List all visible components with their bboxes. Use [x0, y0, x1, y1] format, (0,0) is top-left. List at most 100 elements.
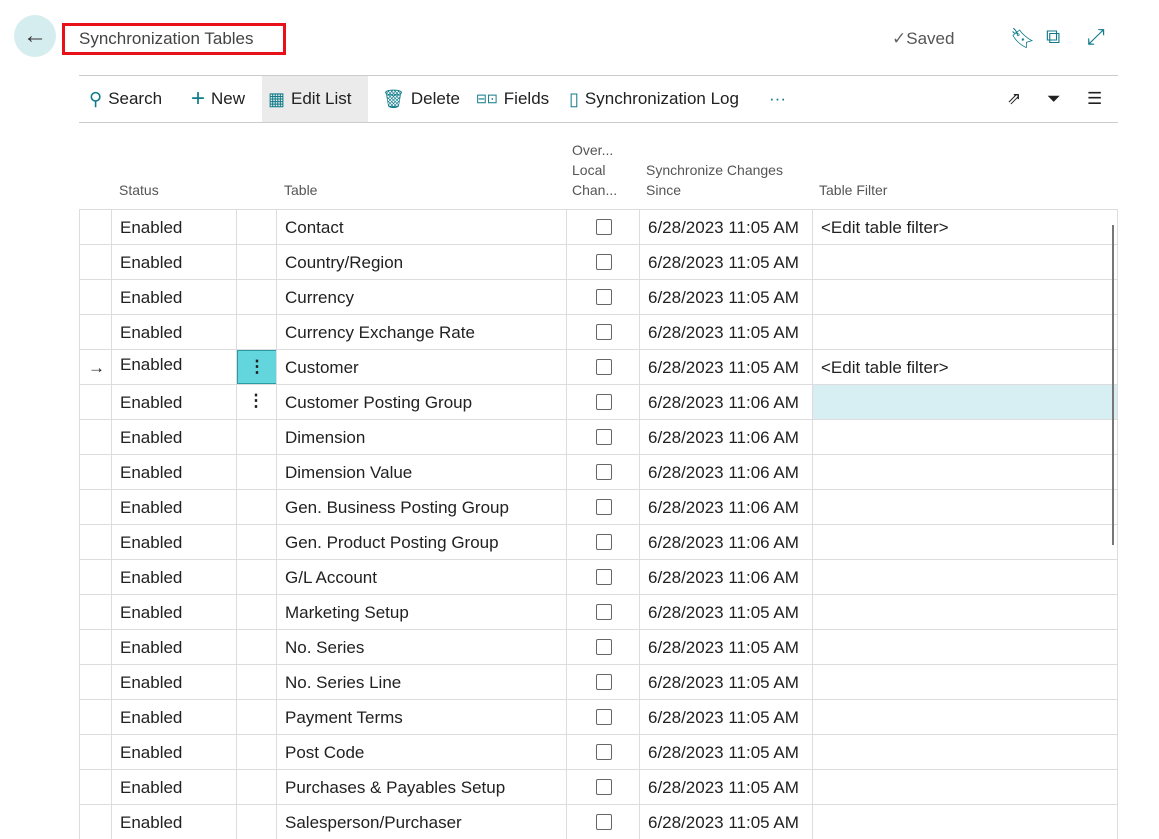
row-actions-cell[interactable]	[236, 420, 276, 454]
sync-since-cell[interactable]: 6/28/2023 11:06 AM	[639, 385, 812, 419]
overwrite-checkbox[interactable]	[596, 709, 612, 725]
table-name-cell[interactable]: Gen. Product Posting Group	[276, 525, 566, 559]
list-view-icon[interactable]: ☰	[1081, 76, 1108, 122]
status-cell[interactable]: Enabled	[111, 560, 236, 594]
status-cell[interactable]: Enabled	[111, 385, 236, 419]
overwrite-local-changes-cell[interactable]	[566, 385, 639, 419]
row-actions-cell[interactable]	[236, 665, 276, 699]
table-row[interactable]: Enabled G/L Account 6/28/2023 11:06 AM	[79, 559, 1118, 594]
overwrite-checkbox[interactable]	[596, 394, 612, 410]
table-name-cell[interactable]: Payment Terms	[276, 700, 566, 734]
edit-list-button[interactable]: ▦ Edit List	[262, 76, 368, 122]
table-row[interactable]: Enabled Dimension Value 6/28/2023 11:06 AM	[79, 454, 1118, 489]
status-cell[interactable]: Enabled	[111, 455, 236, 489]
table-filter-cell[interactable]	[812, 805, 1118, 839]
sync-since-cell[interactable]: 6/28/2023 11:06 AM	[639, 420, 812, 454]
row-actions-cell[interactable]	[236, 490, 276, 524]
column-header-status[interactable]: Status	[119, 180, 159, 200]
sync-since-cell[interactable]: 6/28/2023 11:05 AM	[639, 700, 812, 734]
table-row[interactable]: Enabled Currency Exchange Rate 6/28/2023 1…	[79, 314, 1118, 349]
row-actions-cell[interactable]: ⋮	[236, 350, 276, 384]
open-new-window-icon[interactable]: ⧉	[1046, 26, 1060, 49]
overwrite-local-changes-cell[interactable]	[566, 210, 639, 244]
table-row[interactable]: Enabled Contact 6/28/2023 11:05 AM <Edit ta…	[79, 209, 1118, 244]
table-name-cell[interactable]: Contact	[276, 210, 566, 244]
row-actions-cell[interactable]	[236, 805, 276, 839]
table-name-cell[interactable]: Post Code	[276, 735, 566, 769]
table-name-cell[interactable]: Gen. Business Posting Group	[276, 490, 566, 524]
overwrite-local-changes-cell[interactable]	[566, 630, 639, 664]
overwrite-checkbox[interactable]	[596, 464, 612, 480]
overwrite-checkbox[interactable]	[596, 674, 612, 690]
row-actions-cell[interactable]	[236, 210, 276, 244]
overwrite-local-changes-cell[interactable]	[566, 490, 639, 524]
overwrite-checkbox[interactable]	[596, 814, 612, 830]
table-filter-cell[interactable]	[812, 630, 1118, 664]
sync-since-cell[interactable]: 6/28/2023 11:05 AM	[639, 210, 812, 244]
sync-since-cell[interactable]: 6/28/2023 11:06 AM	[639, 525, 812, 559]
table-name-cell[interactable]: Country/Region	[276, 245, 566, 279]
new-button[interactable]: + New	[185, 76, 251, 122]
table-row[interactable]: Enabled ⋮ Customer Posting Group 6/28/2023 …	[79, 384, 1118, 419]
overwrite-checkbox[interactable]	[596, 289, 612, 305]
row-actions-cell[interactable]	[236, 595, 276, 629]
table-name-cell[interactable]: Dimension	[276, 420, 566, 454]
row-actions-cell[interactable]	[236, 770, 276, 804]
table-filter-cell[interactable]	[812, 490, 1118, 524]
table-filter-cell[interactable]	[812, 770, 1118, 804]
table-filter-cell[interactable]	[812, 595, 1118, 629]
table-row[interactable]: Enabled Country/Region 6/28/2023 11:05 AM	[79, 244, 1118, 279]
table-name-cell[interactable]: Currency	[276, 280, 566, 314]
status-cell[interactable]: Enabled	[111, 420, 236, 454]
table-name-cell[interactable]: No. Series Line	[276, 665, 566, 699]
status-cell[interactable]: Enabled	[111, 665, 236, 699]
synchronization-log-button[interactable]: ▯ Synchronization Log	[563, 76, 745, 122]
row-actions-cell[interactable]: ⋮	[236, 385, 276, 419]
table-name-cell[interactable]: G/L Account	[276, 560, 566, 594]
table-row[interactable]: Enabled Dimension 6/28/2023 11:06 AM	[79, 419, 1118, 454]
column-header-table-filter[interactable]: Table Filter	[819, 180, 887, 200]
overwrite-local-changes-cell[interactable]	[566, 805, 639, 839]
table-row[interactable]: Enabled No. Series 6/28/2023 11:05 AM	[79, 629, 1118, 664]
table-row[interactable]: Enabled Salesperson/Purchaser 6/28/2023 11…	[79, 804, 1118, 839]
overwrite-checkbox[interactable]	[596, 359, 612, 375]
share-icon[interactable]: ⇗	[1001, 76, 1027, 122]
row-menu-icon[interactable]: ⋮	[237, 385, 275, 417]
overwrite-checkbox[interactable]	[596, 569, 612, 585]
table-name-cell[interactable]: Customer Posting Group	[276, 385, 566, 419]
sync-since-cell[interactable]: 6/28/2023 11:06 AM	[639, 455, 812, 489]
sync-since-cell[interactable]: 6/28/2023 11:05 AM	[639, 735, 812, 769]
vertical-scrollbar[interactable]	[1112, 225, 1114, 545]
row-actions-cell[interactable]	[236, 245, 276, 279]
table-filter-cell[interactable]	[812, 735, 1118, 769]
table-filter-cell[interactable]	[812, 245, 1118, 279]
table-filter-cell[interactable]	[812, 420, 1118, 454]
table-filter-cell[interactable]: <Edit table filter>	[812, 210, 1118, 244]
bookmark-icon[interactable]: 🔖︎	[1010, 26, 1035, 51]
status-cell[interactable]: Enabled	[111, 805, 236, 839]
table-row[interactable]: Enabled Post Code 6/28/2023 11:05 AM	[79, 734, 1118, 769]
table-filter-cell[interactable]: <Edit table filter>	[812, 350, 1118, 384]
row-actions-cell[interactable]	[236, 700, 276, 734]
sync-since-cell[interactable]: 6/28/2023 11:05 AM	[639, 245, 812, 279]
table-name-cell[interactable]: Currency Exchange Rate	[276, 315, 566, 349]
table-filter-cell[interactable]	[812, 315, 1118, 349]
overwrite-local-changes-cell[interactable]	[566, 280, 639, 314]
sync-since-cell[interactable]: 6/28/2023 11:06 AM	[639, 560, 812, 594]
overwrite-local-changes-cell[interactable]	[566, 735, 639, 769]
overwrite-checkbox[interactable]	[596, 744, 612, 760]
more-options-button[interactable]: ···	[763, 76, 792, 122]
status-cell[interactable]: Enabled	[111, 700, 236, 734]
filter-icon[interactable]: ⏷	[1041, 76, 1067, 122]
table-name-cell[interactable]: Salesperson/Purchaser	[276, 805, 566, 839]
table-name-cell[interactable]: Customer	[276, 350, 566, 384]
row-actions-cell[interactable]	[236, 280, 276, 314]
sync-since-cell[interactable]: 6/28/2023 11:05 AM	[639, 280, 812, 314]
status-cell[interactable]: Enabled	[111, 770, 236, 804]
overwrite-checkbox[interactable]	[596, 534, 612, 550]
overwrite-local-changes-cell[interactable]	[566, 350, 639, 384]
status-cell[interactable]: Enabled	[111, 595, 236, 629]
status-cell[interactable]: Enabled	[111, 350, 236, 384]
sync-since-cell[interactable]: 6/28/2023 11:05 AM	[639, 595, 812, 629]
overwrite-local-changes-cell[interactable]	[566, 455, 639, 489]
